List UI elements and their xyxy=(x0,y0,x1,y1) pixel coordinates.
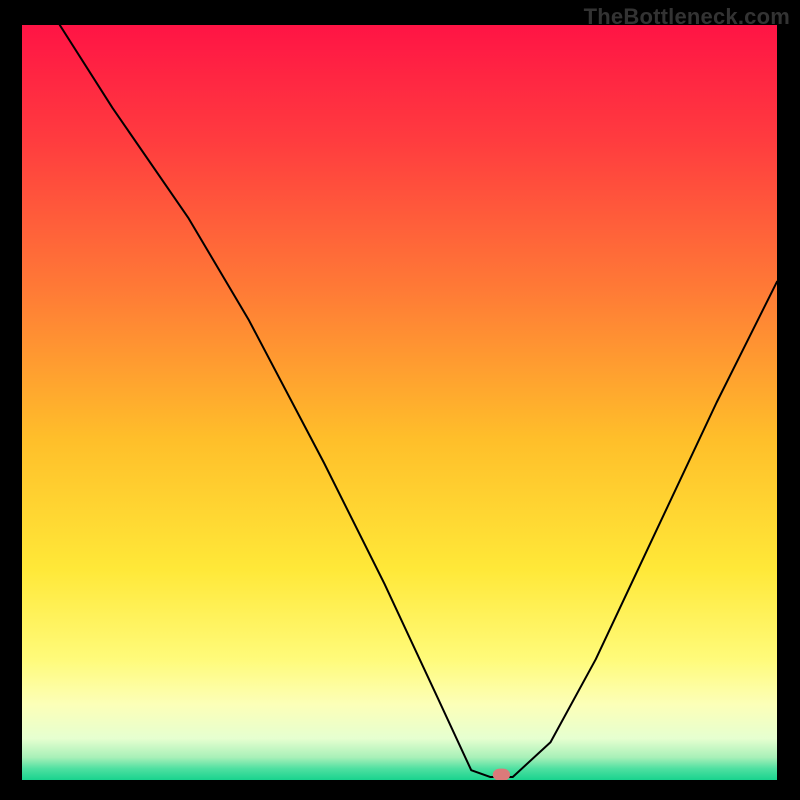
watermark-text: TheBottleneck.com xyxy=(584,4,790,30)
optimal-marker xyxy=(493,769,510,780)
plot-area xyxy=(22,25,777,780)
gradient-background xyxy=(22,25,777,780)
bottleneck-chart xyxy=(22,25,777,780)
chart-stage: TheBottleneck.com xyxy=(0,0,800,800)
